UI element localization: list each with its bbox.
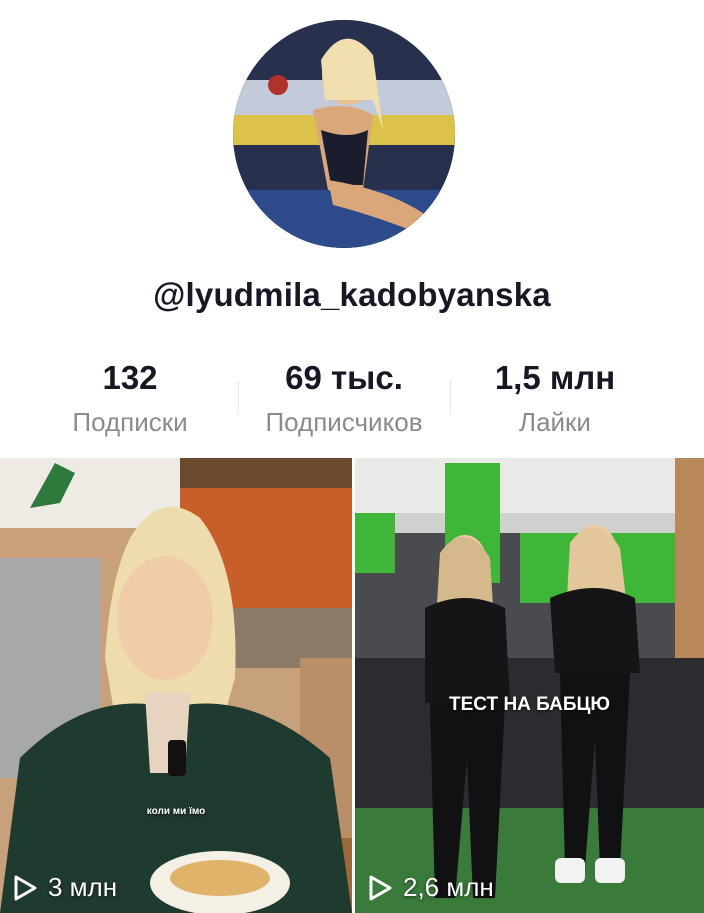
stat-likes: 1,5 млн Лайки (476, 358, 634, 440)
stat-followers-label: Подписчиков (265, 407, 423, 437)
stat-following-value: 132 (102, 359, 158, 396)
stat-likes-label: Лайки (519, 407, 591, 437)
video-views-2: 2,6 млн (367, 872, 494, 903)
play-icon (12, 874, 38, 902)
video-caption-2: ТЕСТ НА БАБЦЮ (449, 694, 610, 715)
stat-following-label: Подписки (72, 407, 188, 437)
video-caption-1: коли ми їмо (146, 806, 206, 817)
video-views-count-2: 2,6 млн (403, 872, 494, 902)
video-thumbnail-1[interactable]: коли ми їмо 3 млн (0, 458, 352, 913)
stats-divider (238, 380, 239, 414)
stat-followers[interactable]: 69 тыс. Подписчиков (246, 358, 442, 440)
video-views-count-1: 3 млн (48, 872, 118, 902)
profile-avatar[interactable] (233, 20, 455, 248)
stats-divider (450, 380, 451, 414)
stat-followers-value: 69 тыс. (285, 359, 403, 396)
stat-likes-value: 1,5 млн (494, 359, 616, 396)
video-thumbnail-2[interactable]: ТЕСТ НА БАБЦЮ 2,6 млн (355, 458, 704, 913)
stat-following[interactable]: 132 Подписки (60, 358, 200, 440)
play-icon (367, 874, 393, 902)
profile-username: @lyudmila_kadobyanska (153, 276, 551, 313)
video-views-1: 3 млн (12, 872, 117, 903)
